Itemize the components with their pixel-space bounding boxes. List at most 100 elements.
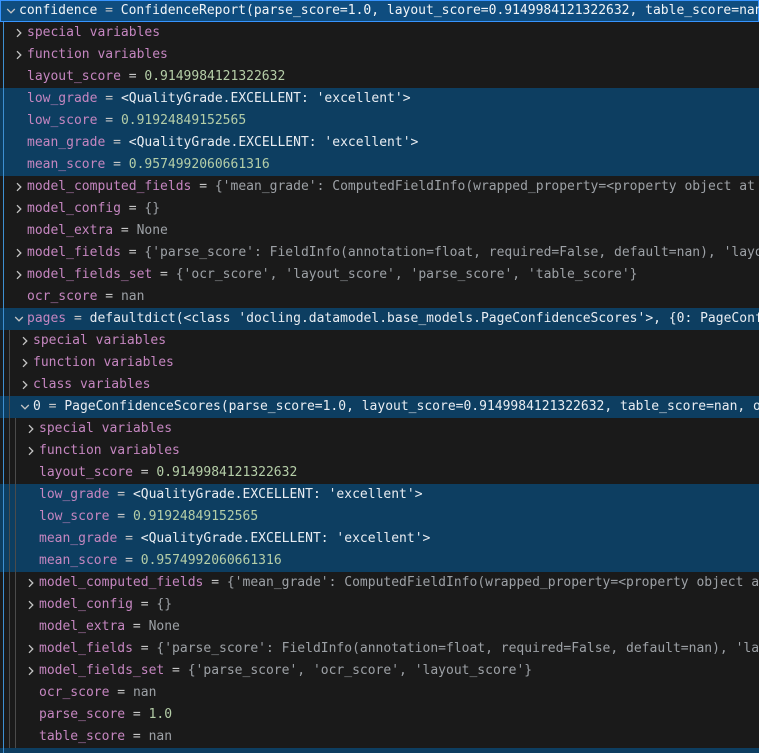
equals-sign: = (66, 311, 89, 326)
equals-sign: = (41, 399, 64, 414)
variable-row-mean_score[interactable]: mean_score = 0.9574992060661316 (0, 154, 759, 176)
variable-row-special-variables[interactable]: special variables (0, 418, 759, 440)
variable-row-model_config[interactable]: model_config = {} (0, 198, 759, 220)
chevron-right-icon[interactable] (23, 575, 39, 591)
variable-name: low_grade (39, 487, 109, 502)
equals-sign: = (109, 509, 132, 524)
variable-row-model_config[interactable]: model_config = {} (0, 594, 759, 616)
variable-value: <QualityGrade.EXCELLENT: 'excellent'> (133, 487, 423, 502)
variable-name: model_fields_set (27, 267, 152, 282)
variable-value: PageConfidenceScores(parse_score=1.0, la… (64, 399, 759, 414)
variable-name: low_score (27, 113, 97, 128)
variable-row-ocr_score[interactable]: ocr_score = nan (0, 286, 759, 308)
variable-name: mean_grade (39, 531, 117, 546)
equals-sign: = (121, 69, 144, 84)
variable-row-low_grade[interactable]: low_grade = <QualityGrade.EXCELLENT: 'ex… (0, 484, 759, 506)
variable-row-table_score[interactable]: table_score = nan (0, 726, 759, 748)
variable-row-layout_score[interactable]: layout_score = 0.9149984121322632 (0, 462, 759, 484)
variable-value: nan (133, 685, 156, 700)
chevron-right-icon[interactable] (11, 47, 27, 63)
variable-row-confidence[interactable]: confidence = ConfidenceReport(parse_scor… (0, 0, 759, 22)
variable-value: 0.91924849152565 (133, 509, 258, 524)
chevron-down-icon[interactable] (11, 311, 27, 327)
chevron-right-icon[interactable] (23, 443, 39, 459)
variable-row-mean_score[interactable]: mean_score = 0.9574992060661316 (0, 550, 759, 572)
variable-name: parse_score (39, 707, 125, 722)
variable-row-special-variables[interactable]: special variables (0, 330, 759, 352)
chevron-right-icon[interactable] (17, 333, 33, 349)
variable-row-low_score[interactable]: low_score = 0.91924849152565 (0, 506, 759, 528)
equals-sign: = (133, 597, 156, 612)
variable-row-model_extra[interactable]: model_extra = None (0, 616, 759, 638)
chevron-right-icon[interactable] (11, 245, 27, 261)
equals-sign: = (125, 729, 148, 744)
variable-name: layout_score (39, 465, 133, 480)
variable-name: special variables (27, 25, 160, 40)
variable-row-0[interactable]: 0 = PageConfidenceScores(parse_score=1.0… (0, 396, 759, 418)
chevron-right-icon[interactable] (11, 267, 27, 283)
variable-value: {} (156, 597, 172, 612)
variable-row-function-variables[interactable]: function variables (0, 352, 759, 374)
equals-sign: = (191, 179, 214, 194)
debug-variables-panel: { "panel": { "kind": "vscode-debug-varia… (0, 0, 759, 753)
variable-value: defaultdict(<class 'docling.datamodel.ba… (90, 311, 759, 326)
variable-row-low_score[interactable]: low_score = 0.91924849152565 (0, 110, 759, 132)
variable-name: pages (27, 311, 66, 326)
chevron-right-icon[interactable] (17, 377, 33, 393)
variable-name: mean_grade (27, 135, 105, 150)
equals-sign: = (97, 113, 120, 128)
variable-name: class variables (33, 377, 150, 392)
equals-sign: = (164, 663, 187, 678)
variable-value: {'mean_grade': ComputedFieldInfo(wrapped… (227, 575, 759, 590)
chevron-right-icon[interactable] (11, 201, 27, 217)
chevron-right-icon[interactable] (23, 641, 39, 657)
variable-name: 0 (33, 399, 41, 414)
variable-value: {'mean_grade': ComputedFieldInfo(wrapped… (215, 179, 759, 194)
equals-sign: = (97, 3, 120, 18)
variable-row-model_computed_fields[interactable]: model_computed_fields = {'mean_grade': C… (0, 176, 759, 198)
chevron-right-icon[interactable] (23, 663, 39, 679)
variable-row-model_extra[interactable]: model_extra = None (0, 220, 759, 242)
chevron-right-icon[interactable] (23, 421, 39, 437)
variable-row-model_computed_fields[interactable]: model_computed_fields = {'mean_grade': C… (0, 572, 759, 594)
variable-name: model_fields (27, 245, 121, 260)
variable-name: special variables (39, 421, 172, 436)
variable-value: 0.9574992060661316 (141, 553, 282, 568)
variable-row-low_grade[interactable]: low_grade = <QualityGrade.EXCELLENT: 'ex… (0, 88, 759, 110)
variable-row-pages[interactable]: pages = defaultdict(<class 'docling.data… (0, 308, 759, 330)
variable-value: ConfidenceReport(parse_score=1.0, layout… (121, 3, 759, 18)
chevron-right-icon[interactable] (11, 25, 27, 41)
variable-row-special-variables[interactable]: special variables (0, 22, 759, 44)
variable-row-ocr_score[interactable]: ocr_score = nan (0, 682, 759, 704)
variable-name: model_config (39, 597, 133, 612)
chevron-down-icon[interactable] (17, 399, 33, 415)
variable-row-model_fields[interactable]: model_fields = {'parse_score': FieldInfo… (0, 638, 759, 660)
variable-row-class-variables[interactable]: class variables (0, 374, 759, 396)
variable-row-layout_score[interactable]: layout_score = 0.9149984121322632 (0, 66, 759, 88)
equals-sign: = (125, 707, 148, 722)
variable-row-model_fields[interactable]: model_fields = {'parse_score': FieldInfo… (0, 242, 759, 264)
variable-name: confidence (19, 3, 97, 18)
variable-name: model_computed_fields (39, 575, 203, 590)
variable-row-mean_grade[interactable]: mean_grade = <QualityGrade.EXCELLENT: 'e… (0, 132, 759, 154)
variable-value: <QualityGrade.EXCELLENT: 'excellent'> (129, 135, 419, 150)
chevron-right-icon[interactable] (11, 179, 27, 195)
variable-row-function-variables[interactable]: function variables (0, 440, 759, 462)
partial-row[interactable] (0, 748, 759, 753)
variable-name: function variables (39, 443, 180, 458)
variable-row-parse_score[interactable]: parse_score = 1.0 (0, 704, 759, 726)
variable-value: nan (121, 289, 144, 304)
chevron-down-icon[interactable] (3, 3, 19, 19)
variable-row-function-variables[interactable]: function variables (0, 44, 759, 66)
chevron-right-icon[interactable] (23, 597, 39, 613)
variable-value: 0.9149984121322632 (144, 69, 285, 84)
chevron-right-icon[interactable] (17, 355, 33, 371)
variable-row-mean_grade[interactable]: mean_grade = <QualityGrade.EXCELLENT: 'e… (0, 528, 759, 550)
variable-value: 1.0 (149, 707, 172, 722)
variable-value: 0.9149984121322632 (156, 465, 297, 480)
variable-name: special variables (33, 333, 166, 348)
variable-row-model_fields_set[interactable]: model_fields_set = {'ocr_score', 'layout… (0, 264, 759, 286)
variable-row-model_fields_set[interactable]: model_fields_set = {'parse_score', 'ocr_… (0, 660, 759, 682)
variable-name: table_score (39, 729, 125, 744)
equals-sign: = (152, 267, 175, 282)
